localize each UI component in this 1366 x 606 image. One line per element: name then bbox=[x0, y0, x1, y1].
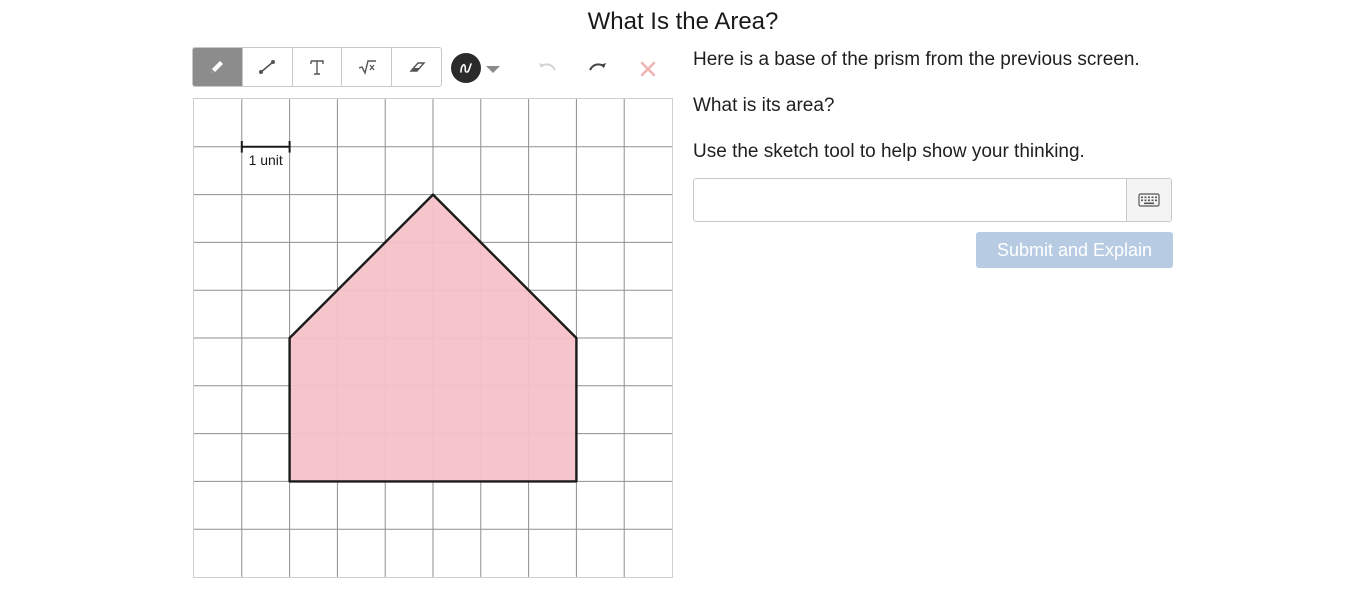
prompt-line-3: Use the sketch tool to help show your th… bbox=[693, 141, 1085, 162]
prompt-line-2: What is its area? bbox=[693, 95, 835, 116]
keyboard-icon bbox=[1138, 193, 1160, 207]
scale-label: 1 unit bbox=[249, 152, 283, 168]
pencil-icon bbox=[211, 61, 224, 73]
prompt-line-1: Here is a base of the prism from the pre… bbox=[693, 49, 1140, 70]
pencil-tool-button[interactable] bbox=[193, 48, 243, 86]
line-tool-button[interactable] bbox=[243, 48, 293, 86]
chevron-down-icon[interactable] bbox=[486, 65, 500, 73]
answer-box bbox=[693, 178, 1172, 222]
text-icon bbox=[310, 60, 324, 75]
math-icon bbox=[358, 60, 376, 76]
color-swatch[interactable] bbox=[451, 53, 481, 83]
sketch-canvas[interactable]: 1 unit bbox=[193, 98, 673, 578]
submit-button[interactable]: Submit and Explain bbox=[976, 232, 1173, 268]
clear-button[interactable] bbox=[634, 55, 662, 83]
math-tool-button[interactable] bbox=[342, 48, 393, 86]
eraser-tool-button[interactable] bbox=[392, 48, 441, 86]
sketch-toolbar bbox=[192, 47, 442, 87]
scale-bar bbox=[240, 141, 291, 153]
pentagon-shape bbox=[288, 193, 578, 483]
undo-button[interactable] bbox=[533, 55, 561, 83]
close-icon bbox=[640, 61, 656, 77]
squiggle-icon bbox=[460, 63, 472, 73]
keypad-button[interactable] bbox=[1126, 179, 1171, 221]
undo-icon bbox=[539, 63, 556, 71]
sketch-grid: 1 unit bbox=[194, 99, 672, 577]
redo-icon bbox=[589, 63, 606, 71]
eraser-icon bbox=[409, 62, 426, 72]
text-tool-button[interactable] bbox=[293, 48, 343, 86]
answer-input[interactable] bbox=[694, 179, 1126, 221]
redo-button[interactable] bbox=[584, 55, 612, 83]
color-picker[interactable] bbox=[451, 53, 500, 83]
page-title: What Is the Area? bbox=[587, 8, 779, 35]
line-icon bbox=[259, 60, 276, 74]
